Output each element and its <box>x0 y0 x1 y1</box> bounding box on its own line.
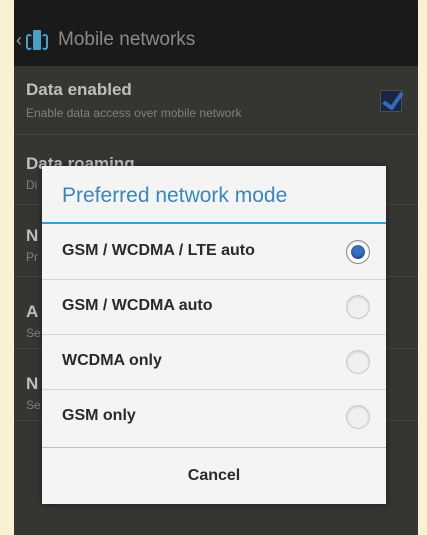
dialog-title: Preferred network mode <box>62 184 288 207</box>
phone-screen: ‹ Mobile networks Data enabled Enable da… <box>14 0 418 535</box>
radio-unselected-icon[interactable] <box>346 405 370 429</box>
option-label: GSM / WCDMA auto <box>62 297 213 314</box>
option-gsm-wcdma-auto[interactable]: GSM / WCDMA auto <box>42 279 386 335</box>
cancel-button[interactable]: Cancel <box>42 448 386 504</box>
status-bar <box>14 0 418 14</box>
option-wcdma-only[interactable]: WCDMA only <box>42 334 386 390</box>
page-title: Mobile networks <box>58 29 196 50</box>
option-gsm-wcdma-lte-auto[interactable]: GSM / WCDMA / LTE auto <box>42 224 386 280</box>
action-bar: ‹ Mobile networks <box>14 14 418 66</box>
option-gsm-only[interactable]: GSM only <box>42 389 386 448</box>
radio-unselected-icon[interactable] <box>346 350 370 374</box>
option-label: GSM / WCDMA / LTE auto <box>62 242 255 259</box>
radio-selected-icon[interactable] <box>346 240 370 264</box>
radio-unselected-icon[interactable] <box>346 295 370 319</box>
option-label: WCDMA only <box>62 352 162 369</box>
mobile-network-icon[interactable] <box>26 28 48 52</box>
back-icon[interactable]: ‹ <box>16 30 22 51</box>
option-label: GSM only <box>62 407 136 424</box>
preferred-network-mode-dialog: Preferred network mode GSM / WCDMA / LTE… <box>42 166 386 504</box>
